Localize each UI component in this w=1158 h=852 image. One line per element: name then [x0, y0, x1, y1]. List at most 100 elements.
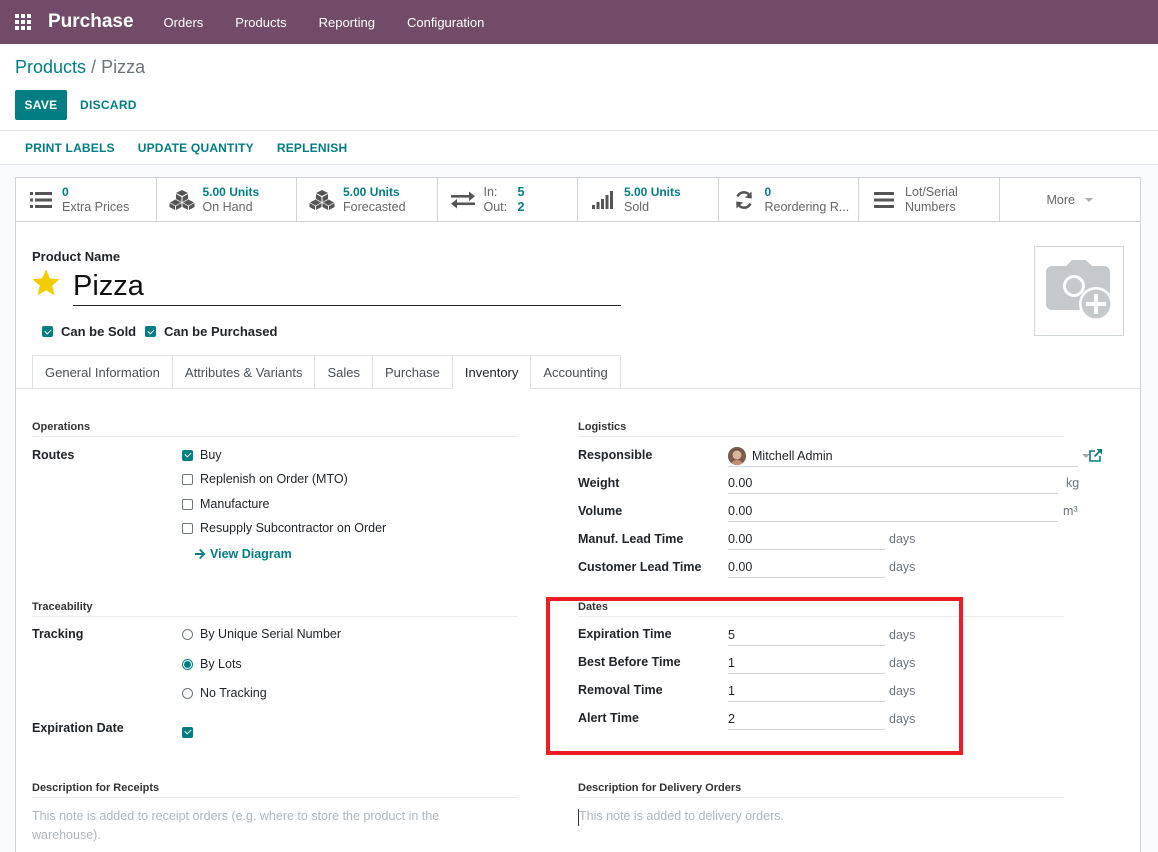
form-sheet: 0 Extra Prices 5.00 Units On Hand 5.00 Uni… — [15, 177, 1141, 852]
tab-accounting[interactable]: Accounting — [530, 355, 621, 389]
tracking-serial-label: By Unique Serial Number — [200, 627, 342, 641]
lot-serial-button[interactable]: Lot/Serial Numbers — [859, 178, 1000, 222]
external-link-icon[interactable] — [1089, 449, 1102, 465]
more-button[interactable]: More — [1000, 178, 1141, 222]
breadcrumb: Products / Pizza — [15, 57, 145, 78]
tab-sales[interactable]: Sales — [314, 355, 372, 389]
manuf-lead-time-input[interactable]: 0.00 — [728, 530, 885, 550]
routes-label: Routes — [32, 448, 75, 462]
extra-prices-button[interactable]: 0 Extra Prices — [16, 178, 157, 222]
caret-down-icon — [1084, 198, 1093, 202]
route-mto-checkbox[interactable] — [182, 473, 193, 485]
discard-button[interactable]: DISCARD — [80, 90, 137, 120]
weight-label: Weight — [578, 476, 620, 490]
favorite-star-icon[interactable] — [31, 268, 61, 298]
tracking-none-radio[interactable] — [182, 687, 193, 699]
route-manufacture-label: Manufacture — [200, 497, 270, 511]
tab-purchase[interactable]: Purchase — [371, 355, 452, 389]
responsible-label: Responsible — [578, 448, 653, 462]
expiration-date-label: Expiration Date — [32, 721, 124, 735]
tracking-lots-label: By Lots — [200, 657, 242, 671]
can-be-purchased-row[interactable]: Can be Purchased — [145, 324, 277, 339]
responsible-field[interactable]: Mitchell Admin — [728, 446, 1090, 467]
delivery-description-field[interactable]: This note is added to delivery orders. — [579, 807, 1029, 826]
out-label: Out: — [483, 200, 508, 214]
product-image-upload[interactable] — [1034, 246, 1124, 336]
route-mto[interactable]: Replenish on Order (MTO) — [182, 472, 348, 486]
route-manufacture-checkbox[interactable] — [182, 498, 193, 510]
route-buy-label: Buy — [200, 448, 222, 462]
route-buy[interactable]: Buy — [182, 448, 222, 462]
tab-attributes-variants[interactable]: Attributes & Variants — [171, 355, 315, 389]
manuf-lead-time-label: Manuf. Lead Time — [578, 532, 684, 546]
sold-value: 5.00 Units — [624, 185, 681, 199]
in-value: 5 — [517, 185, 525, 199]
route-buy-checkbox[interactable] — [182, 449, 193, 461]
tracking-serial-radio[interactable] — [182, 628, 193, 640]
can-be-sold-row[interactable]: Can be Sold — [42, 324, 136, 339]
tracking-lots-radio[interactable] — [182, 658, 193, 670]
can-be-purchased-checkbox[interactable] — [145, 326, 156, 337]
breadcrumb-products-link[interactable]: Products — [15, 57, 86, 77]
tracking-none-label: No Tracking — [200, 686, 267, 700]
tab-inventory[interactable]: Inventory — [451, 355, 531, 389]
route-resupply-label: Resupply Subcontractor on Order — [200, 521, 387, 535]
lot-serial-line2: Numbers — [905, 200, 956, 214]
menu-configuration[interactable]: Configuration — [391, 15, 500, 30]
smart-button-box: 0 Extra Prices 5.00 Units On Hand 5.00 Uni… — [16, 178, 1140, 222]
tracking-serial-option[interactable]: By Unique Serial Number — [182, 627, 341, 641]
on-hand-button[interactable]: 5.00 Units On Hand — [157, 178, 297, 222]
list-icon — [28, 189, 54, 211]
logistics-separator — [578, 436, 1064, 437]
view-diagram-link[interactable]: View Diagram — [195, 547, 292, 561]
notebook-tabs: General Information Attributes & Variant… — [32, 355, 621, 389]
customer-lead-time-input[interactable]: 0.00 — [728, 558, 885, 578]
weight-input[interactable]: 0.00 — [728, 474, 1058, 494]
delivery-description-title: Description for Delivery Orders — [578, 782, 742, 794]
reordering-value: 0 — [764, 185, 772, 199]
receipts-description-field[interactable]: This note is added to receipt orders (e.… — [32, 807, 472, 845]
receipts-description-title: Description for Receipts — [32, 782, 160, 794]
sold-button[interactable]: 5.00 Units Sold — [578, 178, 719, 222]
menu-orders[interactable]: Orders — [148, 15, 220, 30]
operations-separator — [32, 436, 518, 437]
print-labels-button[interactable]: PRINT LABELS — [25, 141, 115, 155]
save-button[interactable]: SAVE — [15, 90, 67, 120]
breadcrumb-separator: / — [86, 57, 102, 77]
tracking-lots-option[interactable]: By Lots — [182, 657, 242, 671]
product-name-input[interactable]: Pizza — [73, 266, 621, 306]
volume-unit: m³ — [1063, 504, 1078, 518]
highlight-box — [546, 597, 963, 755]
responsible-value: Mitchell Admin — [752, 449, 833, 463]
can-be-purchased-label: Can be Purchased — [164, 324, 278, 339]
out-value: 2 — [517, 200, 525, 214]
tracking-none-option[interactable]: No Tracking — [182, 686, 267, 700]
bars-icon — [871, 189, 897, 211]
delivery-separator — [578, 797, 1064, 798]
expiration-date-checkbox[interactable] — [182, 726, 193, 738]
can-be-sold-checkbox[interactable] — [42, 326, 53, 337]
action-statusbar: PRINT LABELS UPDATE QUANTITY REPLENISH — [0, 130, 1158, 165]
arrow-right-icon — [195, 549, 206, 559]
volume-input[interactable]: 0.00 — [728, 502, 1058, 522]
in-out-button[interactable]: In: 5 Out: 2 — [438, 178, 578, 222]
customer-lead-time-label: Customer Lead Time — [578, 560, 702, 574]
tab-general-information[interactable]: General Information — [32, 355, 172, 389]
menu-reporting[interactable]: Reporting — [303, 15, 391, 30]
traceability-separator — [32, 616, 518, 617]
app-name[interactable]: Purchase — [48, 11, 134, 33]
reordering-rules-button[interactable]: 0 Reordering R... — [719, 178, 859, 222]
route-manufacture[interactable]: Manufacture — [182, 497, 269, 511]
route-resupply-checkbox[interactable] — [182, 522, 193, 534]
breadcrumb-current: Pizza — [101, 57, 146, 77]
exchange-icon — [450, 189, 476, 211]
update-quantity-button[interactable]: UPDATE QUANTITY — [138, 141, 254, 155]
more-label: More — [1046, 193, 1075, 207]
route-resupply[interactable]: Resupply Subcontractor on Order — [182, 521, 386, 535]
menu-products[interactable]: Products — [219, 15, 302, 30]
forecasted-button[interactable]: 5.00 Units Forecasted — [297, 178, 438, 222]
replenish-button[interactable]: REPLENISH — [277, 141, 347, 155]
apps-menu-icon[interactable] — [0, 0, 46, 44]
avatar — [728, 447, 746, 465]
traceability-title: Traceability — [32, 601, 93, 613]
